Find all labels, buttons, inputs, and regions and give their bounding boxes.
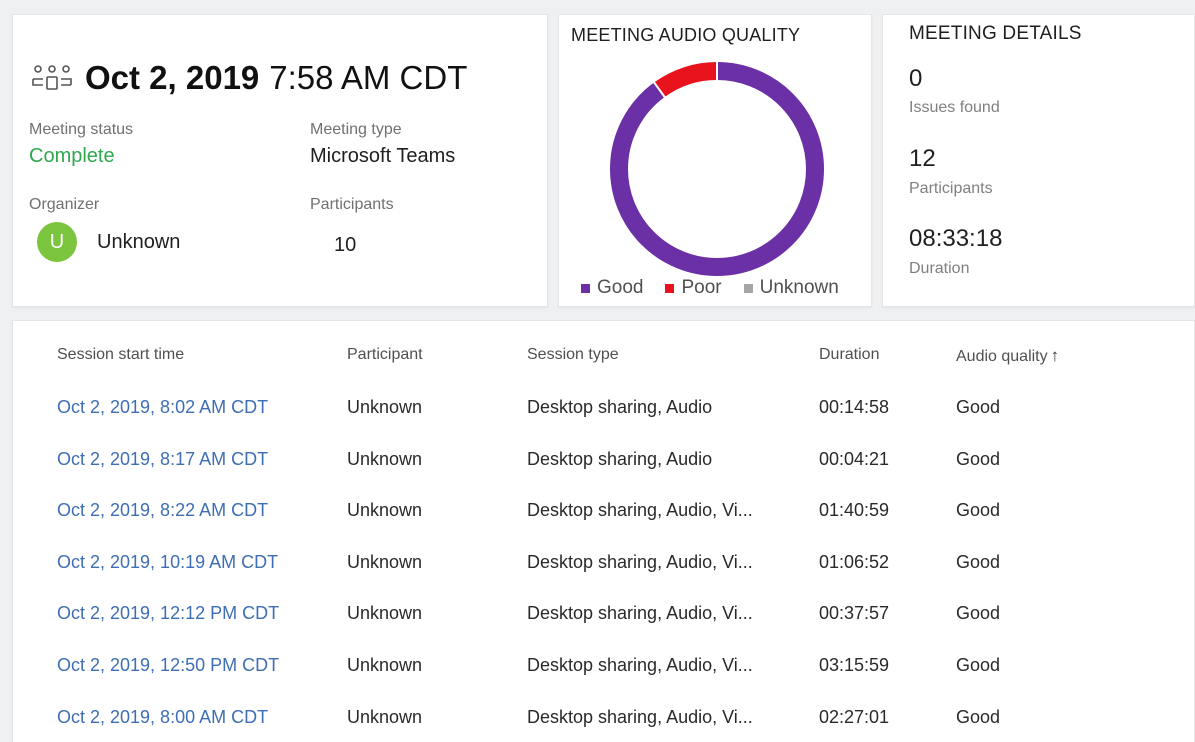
audio-quality-cell: Good [956, 706, 1001, 727]
meeting-type-field: Meeting type Microsoft Teams [310, 121, 455, 168]
session-start-time-link[interactable]: Oct 2, 2019, 8:17 AM CDT [57, 449, 337, 470]
donut-slice-good[interactable] [610, 62, 824, 276]
session-type-cell: Desktop sharing, Audio [527, 397, 713, 417]
audio-quality-cell: Good [956, 655, 1001, 675]
audio-quality-cell: Good [956, 397, 1001, 417]
audio-quality-header-label: Audio quality [956, 348, 1048, 365]
audio-quality-cell: Good [956, 448, 1001, 469]
meeting-status-value: Complete [29, 145, 115, 167]
legend-item-unknown[interactable]: Unknown [743, 277, 839, 299]
organizer[interactable]: U Unknown [29, 222, 180, 262]
session-type-cell: Desktop sharing, Audio, Vi... [527, 551, 753, 572]
meeting-title: Oct 2, 2019 7:58 AM CDT [29, 59, 467, 97]
organizer-label: Organizer [29, 196, 100, 213]
session-start-time-link[interactable]: Oct 2, 2019, 12:12 PM CDT [57, 603, 337, 624]
audio-quality-title: MEETING AUDIO QUALITY [571, 25, 801, 45]
duration-cell: 00:14:58 [819, 397, 890, 417]
meeting-details-title: MEETING DETAILS [909, 23, 1082, 44]
session-type-cell: Desktop sharing, Audio, Vi... [527, 655, 753, 675]
audio-quality-cell: Good [956, 500, 1001, 521]
details-duration-value: 08:33:18 [909, 225, 1003, 252]
session-start-time-link[interactable]: Oct 2, 2019, 8:00 AM CDT [57, 707, 337, 728]
meeting-participants-icon [32, 65, 72, 90]
meeting-date: Oct 2, 2019 [85, 59, 260, 96]
details-duration-label: Duration [909, 260, 970, 277]
meeting-summary-card: Oct 2, 2019 7:58 AM CDT Meeting status C… [12, 14, 548, 307]
duration-cell: 02:27:01 [819, 706, 890, 727]
organizer-field: Organizer U Unknown [29, 196, 180, 262]
session-start-time-link[interactable]: Oct 2, 2019, 12:50 PM CDT [57, 655, 337, 676]
legend-item-poor[interactable]: Poor [665, 277, 722, 299]
participant-cell: Unknown [347, 500, 423, 521]
session-type-cell: Desktop sharing, Audio, Vi... [527, 706, 753, 727]
organizer-name: Unknown [97, 230, 181, 253]
participant-cell: Unknown [347, 655, 423, 675]
meeting-time: 7:58 AM CDT [269, 59, 468, 96]
column-header-duration[interactable]: Duration [819, 346, 939, 364]
audio-quality-cell: Good [956, 603, 1001, 624]
duration-cell: 01:06:52 [819, 551, 890, 572]
legend-label-unknown: Unknown [759, 277, 839, 298]
participant-cell: Unknown [347, 706, 423, 727]
audio-quality-donut-chart [610, 61, 824, 276]
participants-value: 10 [334, 234, 357, 256]
column-header-participant[interactable]: Participant [347, 346, 517, 364]
meeting-type-label: Meeting type [310, 121, 402, 138]
column-header-session-type[interactable]: Session type [527, 346, 807, 364]
meeting-status-label: Meeting status [29, 121, 134, 138]
participants-field: Participants 10 [310, 196, 394, 257]
duration-cell: 03:15:59 [819, 655, 890, 675]
details-participants-label: Participants [909, 180, 993, 197]
participant-cell: Unknown [347, 603, 423, 624]
sessions-table: Session start time Participant Session t… [12, 320, 1195, 742]
session-start-time-link[interactable]: Oct 2, 2019, 8:22 AM CDT [57, 500, 337, 521]
legend-item-good[interactable]: Good [581, 277, 643, 299]
column-header-session-start-time[interactable]: Session start time [57, 346, 337, 364]
meeting-status-field: Meeting status Complete [29, 121, 133, 168]
audio-quality-legend: Good Poor Unknown [581, 277, 839, 299]
column-header-audio-quality[interactable]: Audio quality ↑ [956, 346, 1156, 366]
legend-label-poor: Poor [681, 277, 722, 298]
participants-label: Participants [310, 196, 394, 213]
session-type-cell: Desktop sharing, Audio, Vi... [527, 603, 753, 624]
participant-cell: Unknown [347, 551, 423, 572]
participant-cell: Unknown [347, 448, 423, 469]
audio-quality-cell: Good [956, 551, 1001, 572]
duration-cell: 01:40:59 [819, 500, 890, 521]
meeting-details-card: MEETING DETAILS 0 Issues found 12 Partic… [882, 14, 1195, 307]
session-type-cell: Desktop sharing, Audio, Vi... [527, 500, 753, 521]
session-start-time-link[interactable]: Oct 2, 2019, 10:19 AM CDT [57, 552, 337, 573]
issues-found-label: Issues found [909, 99, 1000, 116]
legend-swatch-good [581, 283, 590, 293]
details-participants-value: 12 [909, 145, 936, 172]
issues-found-value[interactable]: 0 [909, 65, 922, 93]
sort-ascending-icon: ↑ [1050, 346, 1060, 365]
session-start-time-link[interactable]: Oct 2, 2019, 8:02 AM CDT [57, 397, 337, 418]
legend-swatch-poor [665, 283, 675, 293]
meeting-audio-quality-card: MEETING AUDIO QUALITY Good Poor Unknown [558, 14, 872, 307]
legend-label-good: Good [597, 277, 644, 298]
duration-cell: 00:37:57 [819, 603, 890, 624]
avatar: U [37, 222, 77, 262]
duration-cell: 00:04:21 [819, 448, 890, 469]
meeting-type-value: Microsoft Teams [310, 145, 456, 167]
meeting-details-page: Oct 2, 2019 7:58 AM CDT Meeting status C… [0, 0, 1195, 742]
participant-cell: Unknown [347, 397, 423, 417]
legend-swatch-unknown [743, 283, 753, 293]
session-type-cell: Desktop sharing, Audio [527, 448, 713, 469]
